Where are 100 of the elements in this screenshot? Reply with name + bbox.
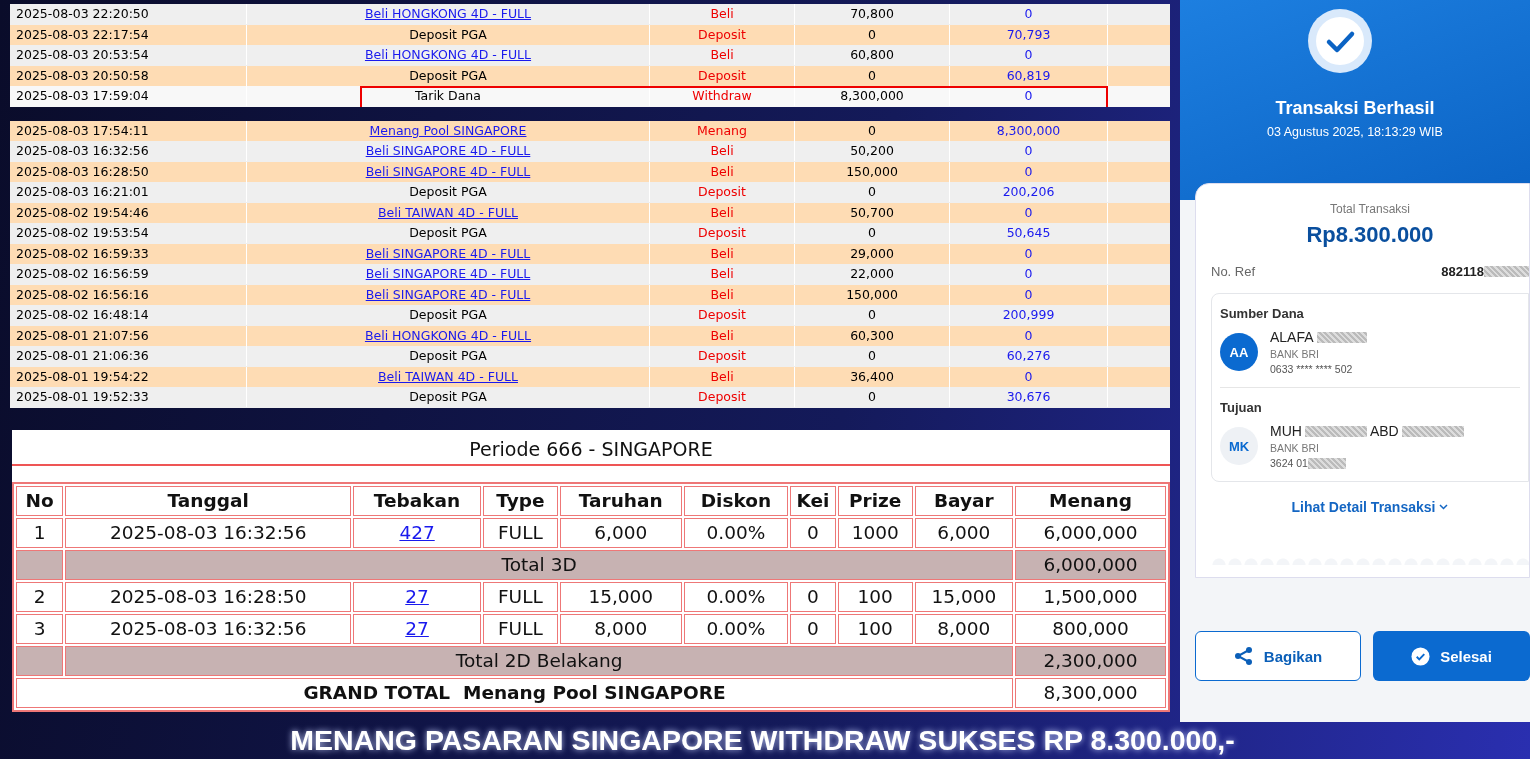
amount-cell: 150,000 [795,161,950,182]
description-cell: Deposit PGA [247,182,650,203]
description-link[interactable]: Beli HONGKONG 4D - FULL [247,325,650,346]
bank-name: BANK BRI [1270,442,1320,454]
type-cell: Deposit [650,65,795,86]
table-cell: 15,000 [914,581,1013,612]
column-header: Taruhan [559,485,682,516]
table-cell: 1 [16,517,64,548]
table-cell: FULL [483,581,558,612]
amount-cell: 29,000 [795,243,950,264]
table-cell: 100 [837,581,913,612]
column-header: Prize [837,485,913,516]
amount-cell: 22,000 [795,264,950,285]
description-link[interactable]: Menang Pool SINGAPORE [247,120,650,141]
total-cell: 2,300,000 [1015,645,1166,676]
balance-cell: 0 [950,202,1108,223]
description-link[interactable]: Beli SINGAPORE 4D - FULL [247,141,650,162]
account-number: 0633 **** **** 502 [1270,363,1353,375]
amount-cell: 70,800 [795,4,950,25]
ref-label: No. Ref [1211,264,1256,279]
description-cell: Tarik Dana [247,86,650,107]
balance-cell: 0 [950,264,1108,285]
report-title: Periode 666 - SINGAPORE [469,436,713,462]
amount-cell: 0 [795,24,950,45]
account-name: ABD [1369,423,1399,439]
party-label: Tujuan [1220,400,1263,415]
description-link[interactable]: Beli TAIWAN 4D - FULL [247,366,650,387]
date-cell: 2025-08-03 20:50:58 [10,65,247,86]
type-cell: Deposit [650,24,795,45]
balance-cell: 8,300,000 [950,120,1108,141]
avatar-circle: AA [1220,333,1258,371]
type-cell: Beli [650,4,795,25]
share-button[interactable]: Bagikan [1195,631,1361,681]
description-cell: Deposit PGA [247,387,650,408]
chevron-down-icon [1439,504,1449,510]
balance-cell: 0 [950,45,1108,66]
type-cell: Beli [650,243,795,264]
redacted-text [1304,425,1367,437]
subtotal-label: Total 3D [65,549,1013,580]
guess-link[interactable]: 27 [405,617,429,639]
description-link[interactable]: Beli SINGAPORE 4D - FULL [247,161,650,182]
description-link[interactable]: Beli HONGKONG 4D - FULL [247,4,650,25]
detail-link[interactable]: Lihat Detail Transaksi [1285,498,1455,516]
balance-cell: 0 [950,86,1108,107]
table-cell: FULL [483,517,558,548]
amount-cell: 36,400 [795,366,950,387]
table-cell: 3 [16,613,64,644]
amount-cell: 150,000 [795,284,950,305]
total-label: Total Transaksi [1329,202,1410,216]
table-cell: 0 [790,581,836,612]
balance-cell: 0 [950,366,1108,387]
type-cell: Deposit [650,346,795,367]
table-cell: 6,000 [914,517,1013,548]
balance-cell: 60,276 [950,346,1108,367]
table-cell: 8,000 [559,613,682,644]
date-cell: 2025-08-03 16:28:50 [10,161,247,182]
total-cell: 8,300,000 [1015,677,1166,708]
table-cell: 2025-08-03 16:28:50 [65,581,352,612]
guess-link[interactable]: 27 [405,585,429,607]
description-link[interactable]: Beli HONGKONG 4D - FULL [247,45,650,66]
amount-cell: 0 [795,387,950,408]
date-cell: 2025-08-02 16:48:14 [10,305,247,326]
amount-cell: 0 [795,120,950,141]
amount-cell: 50,700 [795,202,950,223]
type-cell: Deposit [650,387,795,408]
column-header: No [16,485,64,516]
transaction-datetime: 03 Agustus 2025, 18:13:29 WIB [1267,125,1443,139]
balance-cell: 30,676 [950,387,1108,408]
balance-cell: 0 [950,141,1108,162]
description-cell: Deposit PGA [247,223,650,244]
description-link[interactable]: Beli SINGAPORE 4D - FULL [247,264,650,285]
table-cell: 6,000,000 [1015,517,1166,548]
account-name: ALAFA [1270,329,1314,345]
table-cell: 6,000 [559,517,682,548]
status-title: Transaksi Berhasil [1275,98,1435,119]
type-cell: Menang [650,120,795,141]
type-cell: Beli [650,284,795,305]
balance-cell: 50,645 [950,223,1108,244]
date-cell: 2025-08-03 20:53:54 [10,45,247,66]
total-amount: Rp8.300.000 [1306,222,1434,248]
guess-link[interactable]: 427 [399,521,435,543]
date-cell: 2025-08-01 21:07:56 [10,325,247,346]
date-cell: 2025-08-03 17:54:11 [10,120,247,141]
done-button[interactable]: Selesai [1373,631,1530,681]
type-cell: Deposit [650,182,795,203]
promo-headline: MENANG PASARAN SINGAPORE WITHDRAW SUKSES RP 8.300.000,- [290,724,1235,757]
total-cell: 6,000,000 [1015,549,1166,580]
column-header: Diskon [683,485,789,516]
column-header: Tanggal [65,485,352,516]
type-cell: Beli [650,325,795,346]
description-link[interactable]: Beli SINGAPORE 4D - FULL [247,284,650,305]
type-cell: Beli [650,202,795,223]
table-cell: 0.00% [683,613,789,644]
description-link[interactable]: Beli SINGAPORE 4D - FULL [247,243,650,264]
column-header: Type [483,485,558,516]
bank-name: BANK BRI [1270,348,1320,360]
description-link[interactable]: Beli TAIWAN 4D - FULL [247,202,650,223]
subtotal-label: Total 2D Belakang [65,645,1013,676]
date-cell: 2025-08-03 22:17:54 [10,24,247,45]
date-cell: 2025-08-02 16:56:59 [10,264,247,285]
